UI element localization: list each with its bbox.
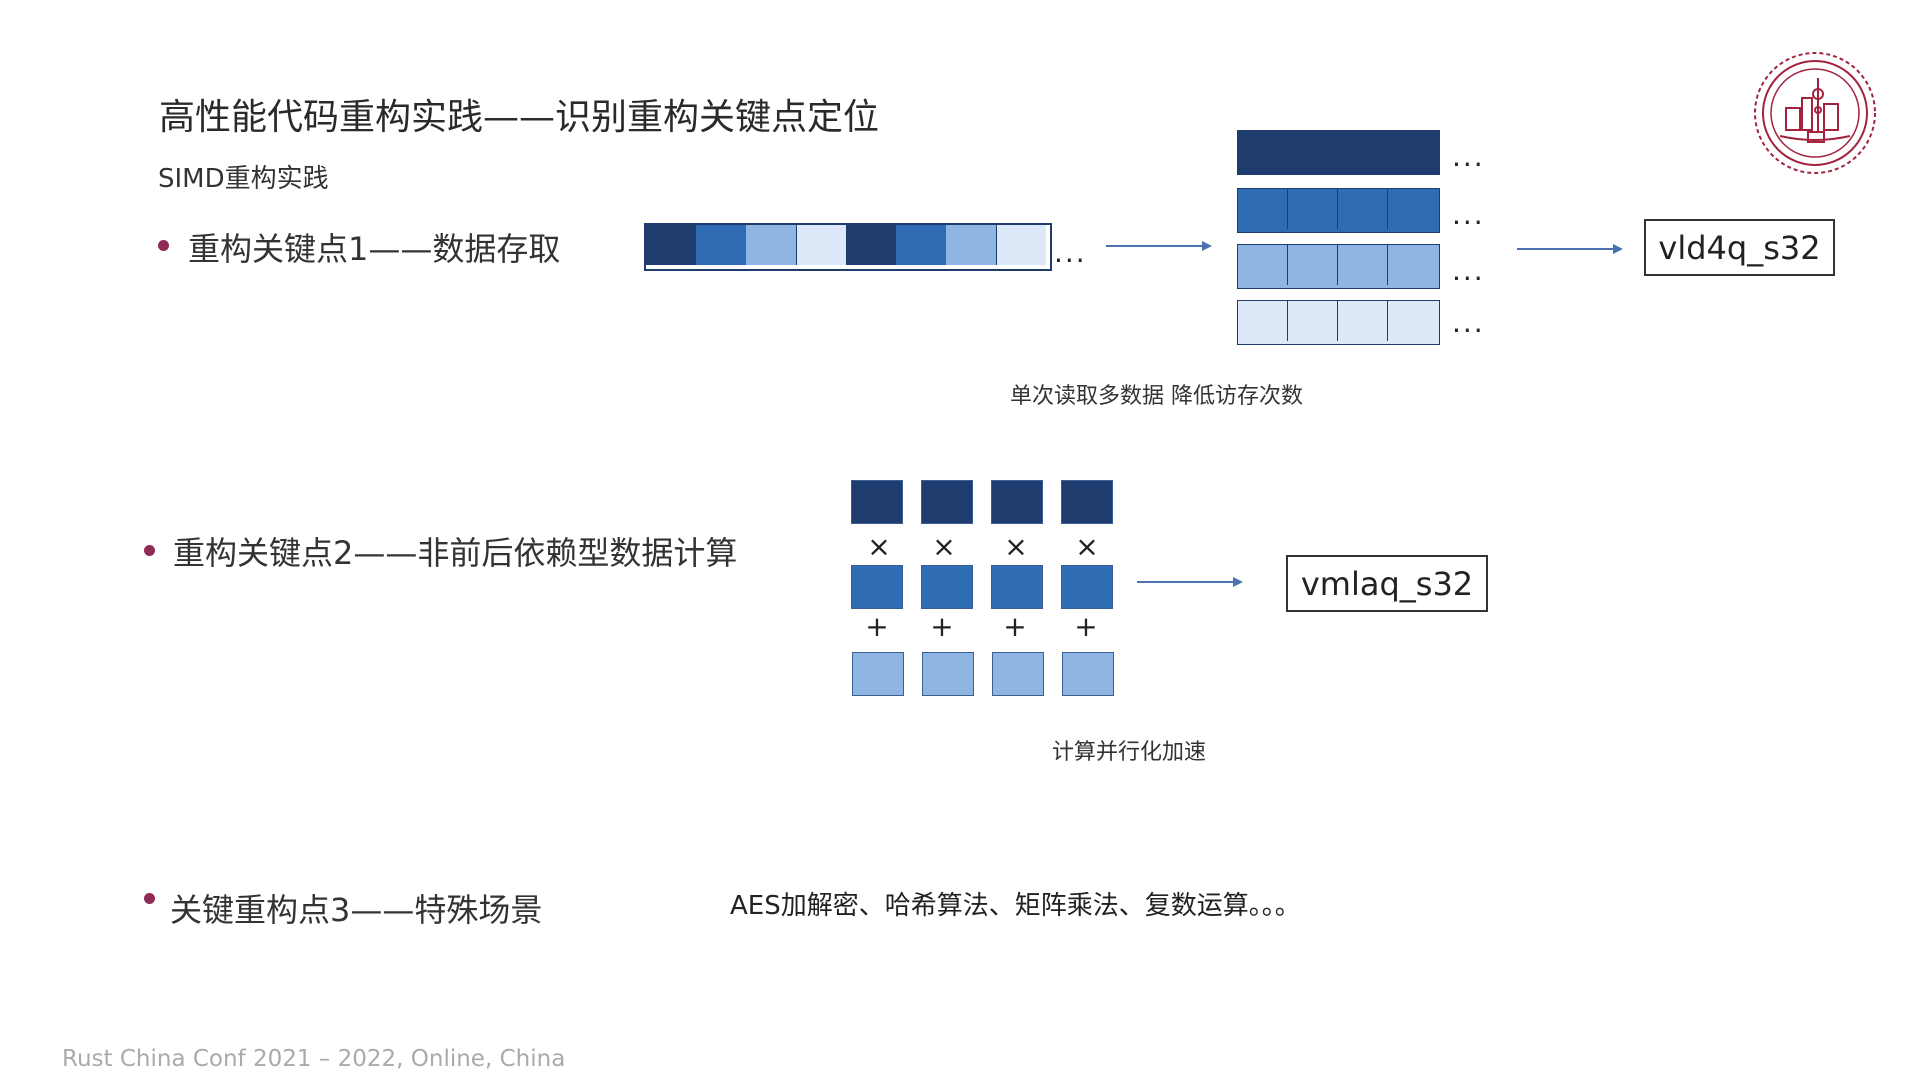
memory-strip	[644, 223, 1052, 271]
arrow-icon	[1517, 241, 1623, 260]
register-row	[1237, 300, 1440, 345]
operand-c	[922, 652, 974, 696]
operand-b	[921, 565, 973, 609]
add-op: +	[1003, 610, 1027, 643]
operand-b	[851, 565, 903, 609]
bullet-2	[144, 545, 155, 556]
operand-b	[991, 565, 1043, 609]
row-ellipsis: ...	[1452, 140, 1485, 173]
point3-examples: AES加解密、哈希算法、矩阵乘法、复数运算。。。	[730, 891, 1301, 921]
point1-label: 重构关键点1——数据存取	[188, 230, 561, 268]
operand-c	[992, 652, 1044, 696]
strip-ellipsis: ...	[1054, 236, 1087, 269]
memory-cell	[896, 225, 946, 265]
arrow-icon	[1137, 574, 1243, 593]
bullet-1	[158, 240, 169, 251]
conference-footer: Rust China Conf 2021 – 2022, Online, Chi…	[62, 1046, 566, 1072]
multiply-op: ×	[1075, 530, 1099, 563]
operand-a	[921, 480, 973, 524]
add-op: +	[930, 610, 954, 643]
multiply-op: ×	[1004, 530, 1028, 563]
memory-cell	[696, 225, 746, 265]
row-ellipsis: ...	[1452, 306, 1485, 339]
operand-c	[1062, 652, 1114, 696]
instruction-vmlaq: vmlaq_s32	[1286, 555, 1488, 612]
operand-b	[1061, 565, 1113, 609]
add-op: +	[865, 610, 889, 643]
multiply-op: ×	[932, 530, 956, 563]
instruction-vld4q: vld4q_s32	[1644, 219, 1835, 276]
operand-a	[991, 480, 1043, 524]
point2-label: 重构关键点2——非前后依赖型数据计算	[173, 534, 738, 572]
slide-subtitle: SIMD重构实践	[158, 164, 329, 194]
row-ellipsis: ...	[1452, 198, 1485, 231]
university-seal-icon	[1750, 48, 1880, 178]
row-ellipsis: ...	[1452, 254, 1485, 287]
bullet-3	[144, 893, 155, 904]
register-row	[1237, 244, 1440, 289]
point1-caption: 单次读取多数据 降低访存次数	[1010, 384, 1303, 409]
memory-cell	[646, 225, 696, 265]
memory-cell	[846, 225, 896, 265]
multiply-op: ×	[867, 530, 891, 563]
operand-a	[851, 480, 903, 524]
point3-label: 关键重构点3——特殊场景	[170, 891, 543, 929]
memory-cell	[796, 225, 846, 265]
operand-a	[1061, 480, 1113, 524]
memory-cell	[746, 225, 796, 265]
memory-cell	[996, 225, 1046, 265]
add-op: +	[1074, 610, 1098, 643]
memory-cell	[946, 225, 996, 265]
point2-caption: 计算并行化加速	[1052, 740, 1207, 765]
operand-c	[852, 652, 904, 696]
register-row	[1237, 188, 1440, 233]
register-row	[1237, 130, 1440, 175]
slide-title: 高性能代码重构实践——识别重构关键点定位	[159, 97, 880, 138]
arrow-icon	[1106, 238, 1212, 257]
